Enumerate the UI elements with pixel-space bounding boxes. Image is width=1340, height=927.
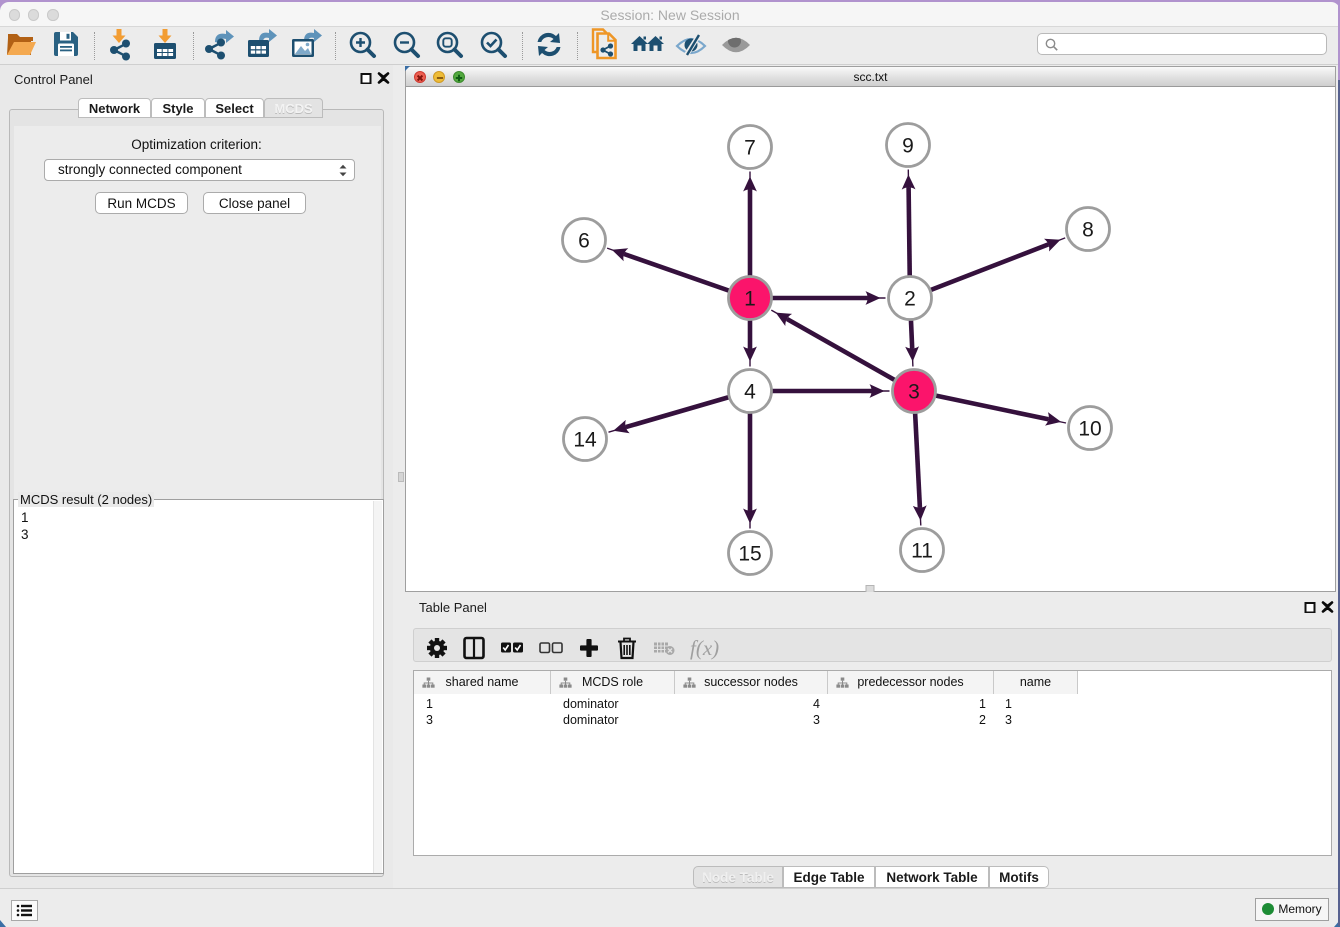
svg-text:6: 6 [578, 230, 590, 253]
svg-text:8: 8 [1082, 219, 1094, 242]
svg-text:9: 9 [902, 135, 914, 158]
svg-text:10: 10 [1078, 418, 1101, 441]
svg-text:11: 11 [911, 540, 933, 563]
svg-text:15: 15 [738, 543, 761, 566]
svg-text:7: 7 [744, 137, 756, 160]
svg-text:f(x): f(x) [690, 636, 719, 660]
svg-text:1: 1 [744, 288, 756, 311]
svg-text:4: 4 [744, 381, 756, 404]
svg-text:3: 3 [908, 381, 920, 404]
svg-text:14: 14 [573, 429, 597, 452]
svg-text:2: 2 [904, 288, 916, 311]
